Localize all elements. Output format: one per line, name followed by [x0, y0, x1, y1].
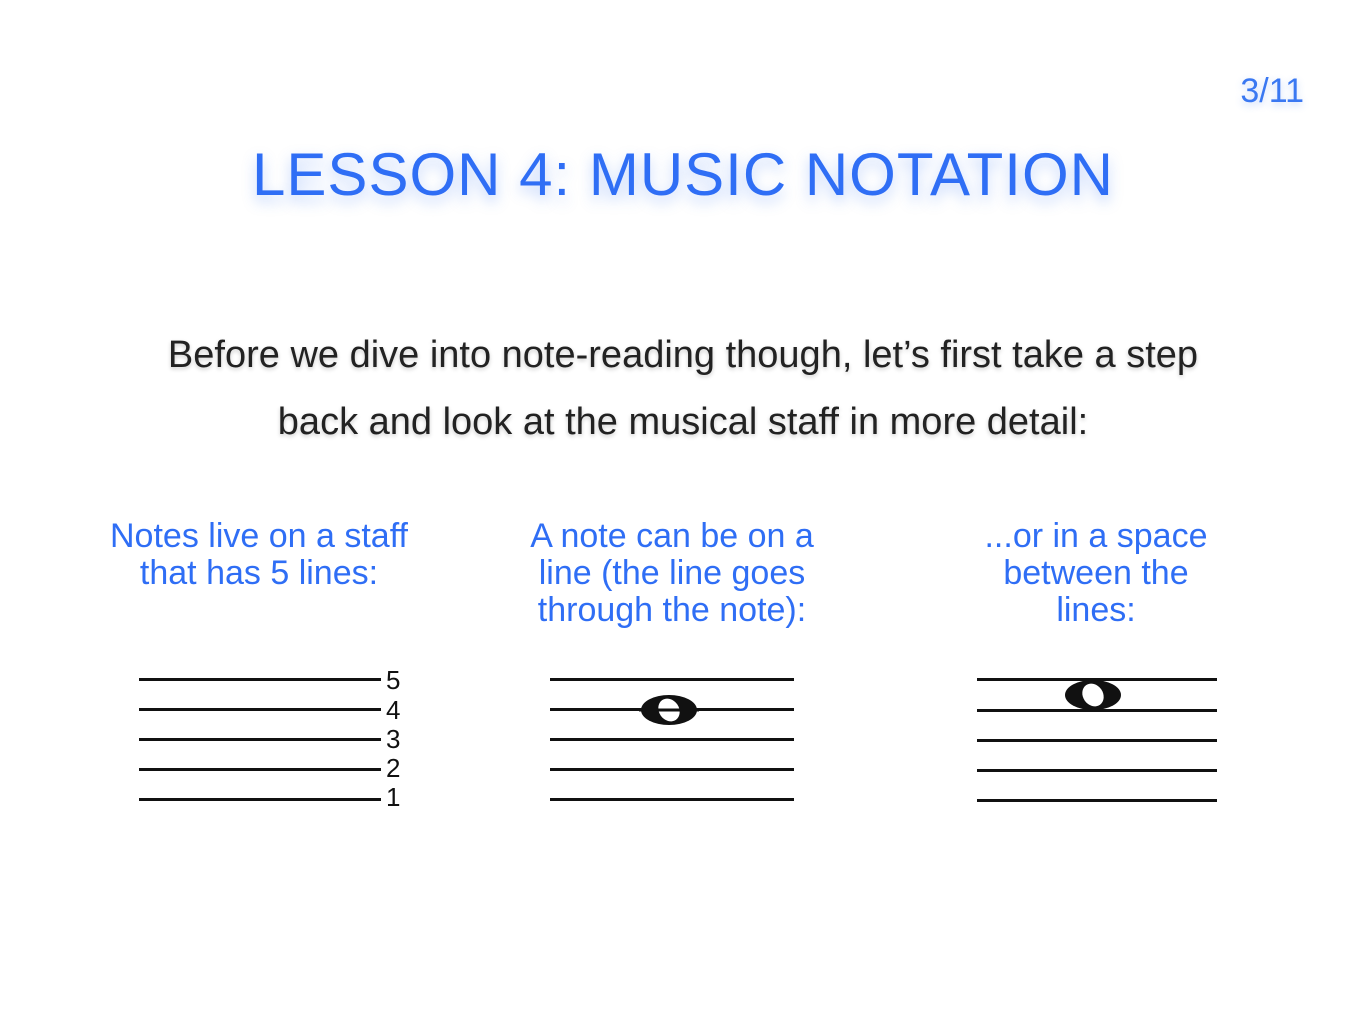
line-number: 1 — [386, 782, 401, 812]
staff-line — [977, 799, 1217, 802]
staff-line — [550, 798, 794, 801]
whole-note-icon — [1065, 680, 1121, 710]
whole-note-icon — [639, 695, 699, 725]
slide-title: LESSON 4: MUSIC NOTATION — [252, 141, 1114, 208]
staff-note-on-line — [550, 678, 795, 808]
caption-note-in-space: ...or in a space between the lines: — [984, 517, 1208, 629]
line-number: 2 — [386, 753, 401, 783]
staff-note-in-space — [977, 678, 1217, 808]
intro-text: Before we dive into note-reading though,… — [167, 334, 1199, 443]
line-number: 4 — [386, 695, 401, 725]
page-number: 3/11 — [1240, 72, 1304, 110]
staff-line — [139, 738, 381, 741]
line-number: 3 — [386, 724, 401, 754]
staff-line — [139, 708, 381, 711]
staff-line — [977, 769, 1217, 772]
staff-numbered: 5 4 3 2 1 — [139, 667, 419, 812]
caption-staff-lines: Notes live on a staff that has 5 lines: — [110, 517, 408, 592]
caption-note-on-line: A note can be on a line (the line goes t… — [530, 517, 814, 629]
staff-line — [977, 739, 1217, 742]
staff-line — [139, 678, 381, 681]
line-number: 5 — [386, 665, 401, 695]
staff-line — [139, 798, 381, 801]
staff-line — [550, 678, 794, 681]
staff-line — [139, 768, 381, 771]
staff-line — [550, 768, 794, 771]
staff-line — [550, 738, 794, 741]
